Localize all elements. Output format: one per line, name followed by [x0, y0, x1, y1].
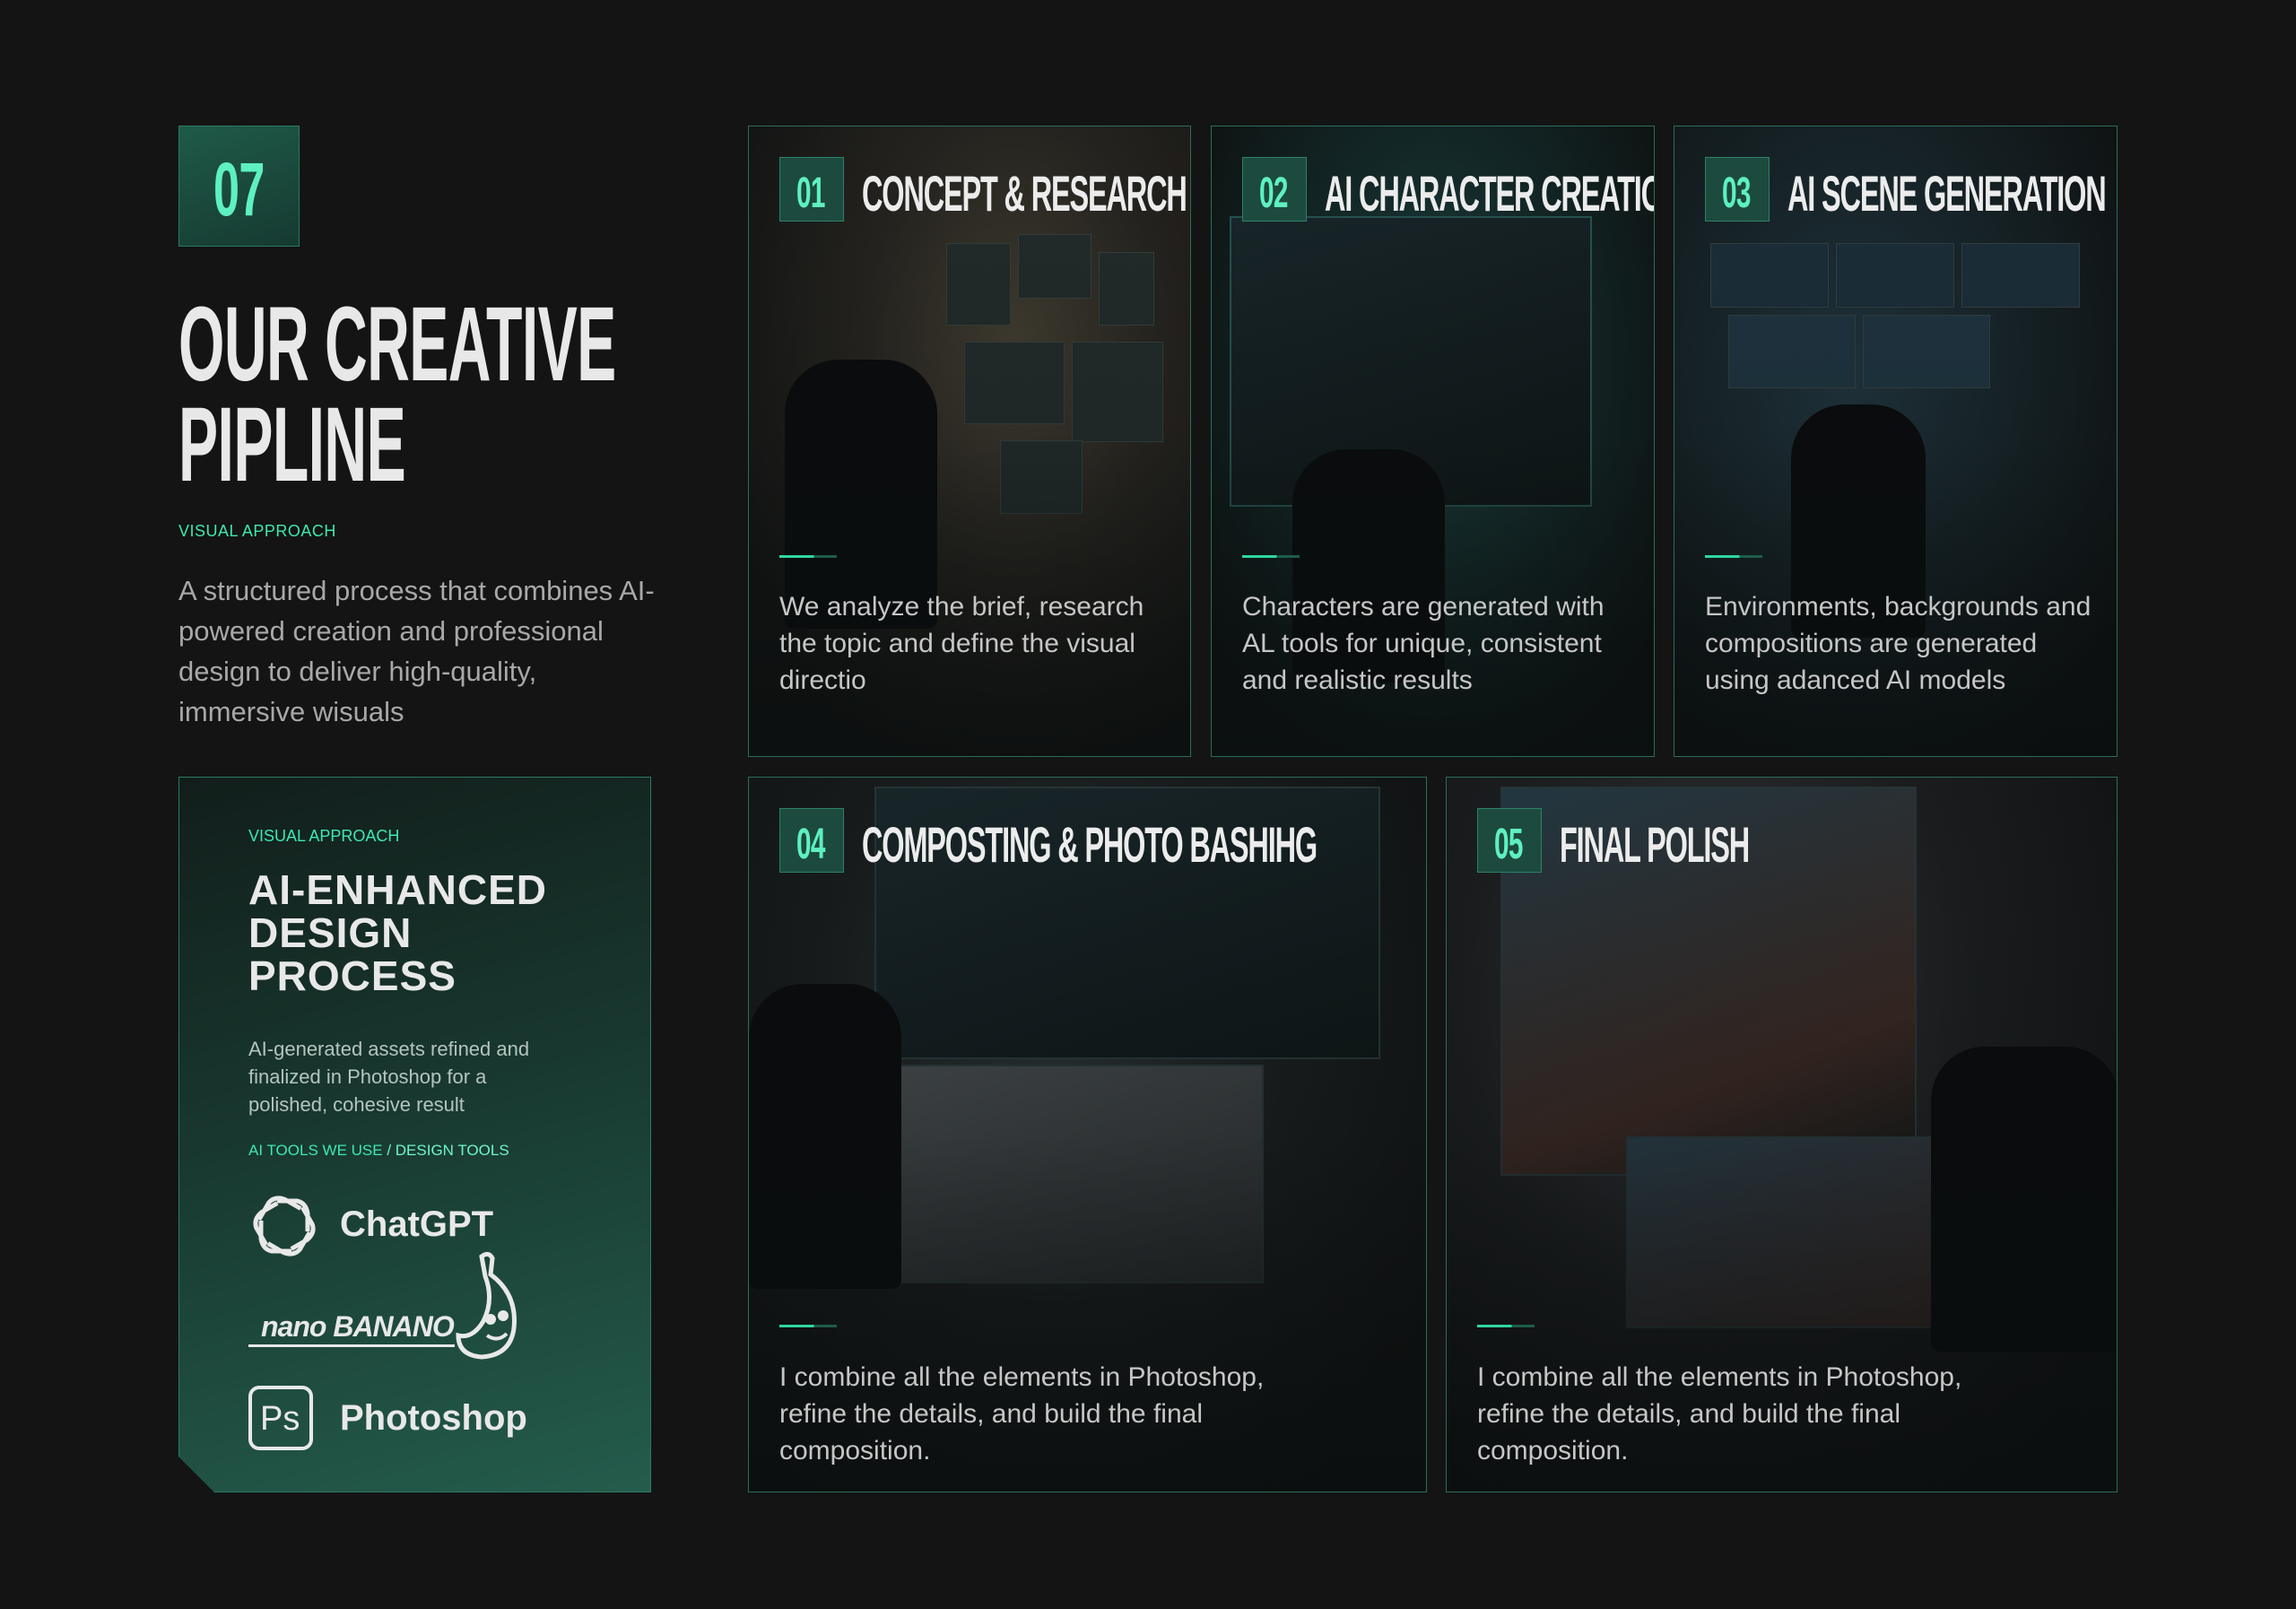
accent-line [1477, 1325, 1535, 1327]
accent-line [779, 555, 837, 558]
page-title-line-1: OUR CREATIVE [178, 285, 616, 404]
intro-paragraph: A structured process that combines AI-po… [178, 575, 655, 727]
section-number-badge: 07 [178, 126, 300, 247]
page-title-line-2: PIPLINE [178, 386, 406, 504]
tools-label: AI TOOLS WE USE / DESIGN TOOLS [248, 1142, 509, 1160]
nano-banano-label: nano BANANO [261, 1310, 455, 1343]
nano-banano-logo: nano BANANO [248, 1251, 517, 1360]
panel-title: AI-ENHANCED DESIGN PROCESS [248, 866, 547, 999]
photoshop-label: Photoshop [340, 1398, 527, 1438]
card-number: 03 [1722, 170, 1751, 217]
tools-label-separator: / [382, 1142, 396, 1159]
card-title: AI SCENE GENERATION [1787, 165, 2107, 222]
pipeline-card-character-creation: 02 AI CHARACTER CREATION Characters are … [1211, 126, 1655, 757]
card-description: I combine all the elements in Photoshop,… [779, 1362, 1265, 1465]
card-number: 02 [1259, 170, 1288, 217]
photoshop-badge-text: Ps [260, 1400, 300, 1438]
card-title: AI CHARACTER CREATION [1325, 165, 1655, 222]
nano-banano-underline [248, 1344, 455, 1347]
pipeline-card-scene-generation: 03 AI SCENE GENERATION Environments, bac… [1674, 126, 2118, 757]
card-number-badge: 02 [1242, 157, 1307, 222]
card-number-badge: 04 [779, 808, 844, 873]
chatgpt-label: ChatGPT [340, 1205, 494, 1244]
section-number: 07 [213, 147, 265, 231]
card-description: We analyze the brief, research the topic… [779, 592, 1144, 695]
ai-tools-label: AI TOOLS WE USE [248, 1142, 383, 1159]
photoshop-logo-icon: Ps [248, 1386, 313, 1450]
photoshop-logo: Ps Photoshop [248, 1386, 544, 1450]
card-number-badge: 03 [1705, 157, 1770, 222]
pipeline-card-final-polish: 05 FINAL POLISH I combine all the elemen… [1446, 777, 2118, 1492]
card-description: Characters are generated with AL tools f… [1242, 592, 1605, 695]
card-number-badge: 01 [779, 157, 844, 222]
banana-mascot-icon [456, 1251, 517, 1360]
panel-label: VISUAL APPROACH [248, 827, 400, 845]
card-number-badge: 05 [1477, 808, 1542, 873]
panel-description: AI-generated assets refined and finalize… [248, 1038, 530, 1116]
pipeline-card-compositing: 04 COMPOSTING & PHOTO BASHIHG I combine … [748, 777, 1427, 1492]
design-tools-label: DESIGN TOOLS [395, 1142, 509, 1159]
card-number: 01 [796, 170, 825, 217]
card-title: FINAL POLISH [1560, 816, 1750, 873]
section-subtitle: VISUAL APPROACH [178, 522, 336, 540]
card-number: 04 [796, 821, 825, 868]
card-description: Environments, backgrounds and compositio… [1705, 592, 2092, 695]
card-title: COMPOSTING & PHOTO BASHIHG [862, 816, 1318, 873]
accent-line [779, 1325, 837, 1327]
card-title: CONCEPT & RESEARCH [862, 165, 1187, 222]
accent-line [1242, 555, 1300, 558]
card-number: 05 [1494, 821, 1523, 868]
accent-line [1705, 555, 1762, 558]
card-description: I combine all the elements in Photoshop,… [1477, 1362, 1962, 1465]
pipeline-card-concept-research: 01 CONCEPT & RESEARCH We analyze the bri… [748, 126, 1191, 757]
